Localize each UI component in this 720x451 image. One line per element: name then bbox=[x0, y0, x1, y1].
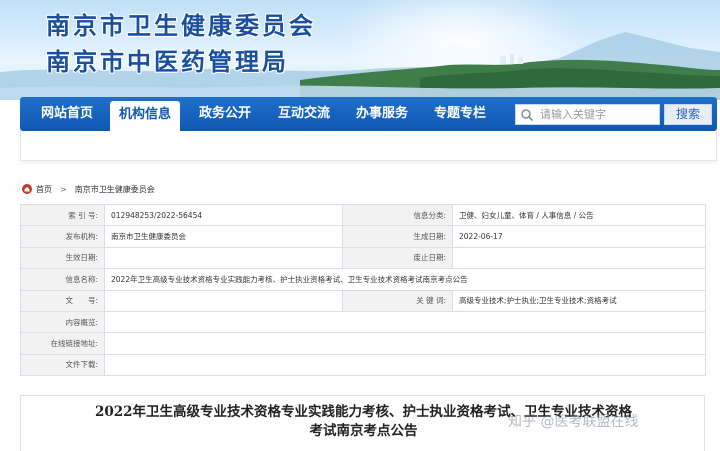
breadcrumb: 首页 > 南京市卫生健康委员会 bbox=[22, 182, 155, 196]
info-table: 索 引 号: 012948253/2022-56454 信息分类: 卫健、妇女儿… bbox=[20, 203, 706, 377]
site-title-block: 南京市卫生健康委员会 南京市中医药管理局 bbox=[46, 8, 316, 80]
search-box bbox=[515, 104, 660, 125]
docno-value bbox=[104, 289, 343, 312]
breadcrumb-current-link[interactable]: 南京市卫生健康委员会 bbox=[75, 184, 155, 195]
breadcrumb-separator: > bbox=[60, 184, 67, 194]
table-row: 信息名称: 2022年卫生高级专业技术资格专业实践能力考核、护士执业资格考试、卫… bbox=[20, 268, 706, 291]
abolish-value bbox=[452, 246, 706, 270]
keywords-label: 关 键 词: bbox=[342, 289, 453, 312]
table-row: 生效日期: 废止日期: bbox=[20, 246, 706, 270]
nav-item-topics[interactable]: 专题专栏 bbox=[424, 97, 496, 131]
download-value[interactable] bbox=[104, 353, 706, 377]
table-row: 发布机构: 南京市卫生健康委员会 生成日期: 2022-06-17 bbox=[20, 225, 706, 248]
effective-value bbox=[104, 246, 343, 270]
subnav-strip bbox=[20, 131, 717, 161]
search-input[interactable] bbox=[540, 106, 658, 123]
watermark: 知乎 @医考联盟在线 bbox=[508, 414, 639, 430]
nav-item-gov-affairs[interactable]: 政务公开 bbox=[190, 97, 260, 131]
nav-item-interaction[interactable]: 互动交流 bbox=[268, 97, 340, 131]
name-value: 2022年卫生高级专业技术资格专业实践能力考核、护士执业资格考试、卫生专业技术资… bbox=[104, 268, 706, 291]
table-row: 文件下载: bbox=[20, 353, 706, 377]
docno-label: 文 号: bbox=[20, 289, 105, 312]
summary-value bbox=[104, 310, 706, 334]
table-row: 在线链接地址: bbox=[20, 332, 706, 355]
category-label: 信息分类: bbox=[342, 203, 453, 227]
keywords-value: 高级专业技术;护士执业;卫生专业技术;资格考试 bbox=[452, 289, 706, 312]
summary-label: 内容概览: bbox=[20, 310, 105, 334]
nav-item-home[interactable]: 网站首页 bbox=[30, 97, 104, 131]
nav-item-services[interactable]: 办事服务 bbox=[346, 97, 418, 131]
link-label: 在线链接地址: bbox=[20, 332, 105, 355]
effective-label: 生效日期: bbox=[20, 246, 105, 270]
table-row: 内容概览: bbox=[20, 310, 706, 334]
date-value: 2022-06-17 bbox=[452, 225, 706, 248]
header-banner: 南京市卫生健康委员会 南京市中医药管理局 bbox=[0, 0, 720, 100]
abolish-label: 废止日期: bbox=[342, 246, 453, 270]
site-title-line1: 南京市卫生健康委员会 bbox=[46, 11, 316, 40]
index-label: 索 引 号: bbox=[20, 203, 105, 227]
publisher-value: 南京市卫生健康委员会 bbox=[104, 225, 343, 248]
search-button[interactable]: 搜索 bbox=[664, 104, 712, 125]
download-label: 文件下载: bbox=[20, 353, 105, 377]
home-icon bbox=[22, 184, 32, 194]
table-row: 文 号: 关 键 词: 高级专业技术;护士执业;卫生专业技术;资格考试 bbox=[20, 289, 706, 312]
nav-item-org-info[interactable]: 机构信息 bbox=[110, 101, 180, 131]
link-value[interactable] bbox=[104, 332, 706, 355]
site-title-line2: 南京市中医药管理局 bbox=[46, 47, 289, 76]
breadcrumb-home-link[interactable]: 首页 bbox=[36, 184, 52, 195]
search-icon bbox=[521, 109, 534, 122]
name-label: 信息名称: bbox=[20, 268, 105, 291]
main-nav: 网站首页 机构信息 政务公开 互动交流 办事服务 专题专栏 搜索 bbox=[20, 97, 717, 131]
table-row: 索 引 号: 012948253/2022-56454 信息分类: 卫健、妇女儿… bbox=[20, 203, 706, 227]
date-label: 生成日期: bbox=[342, 225, 453, 248]
index-value: 012948253/2022-56454 bbox=[104, 203, 343, 227]
publisher-label: 发布机构: bbox=[20, 225, 105, 248]
category-value: 卫健、妇女儿童、体育 / 人事信息 / 公告 bbox=[452, 203, 706, 227]
